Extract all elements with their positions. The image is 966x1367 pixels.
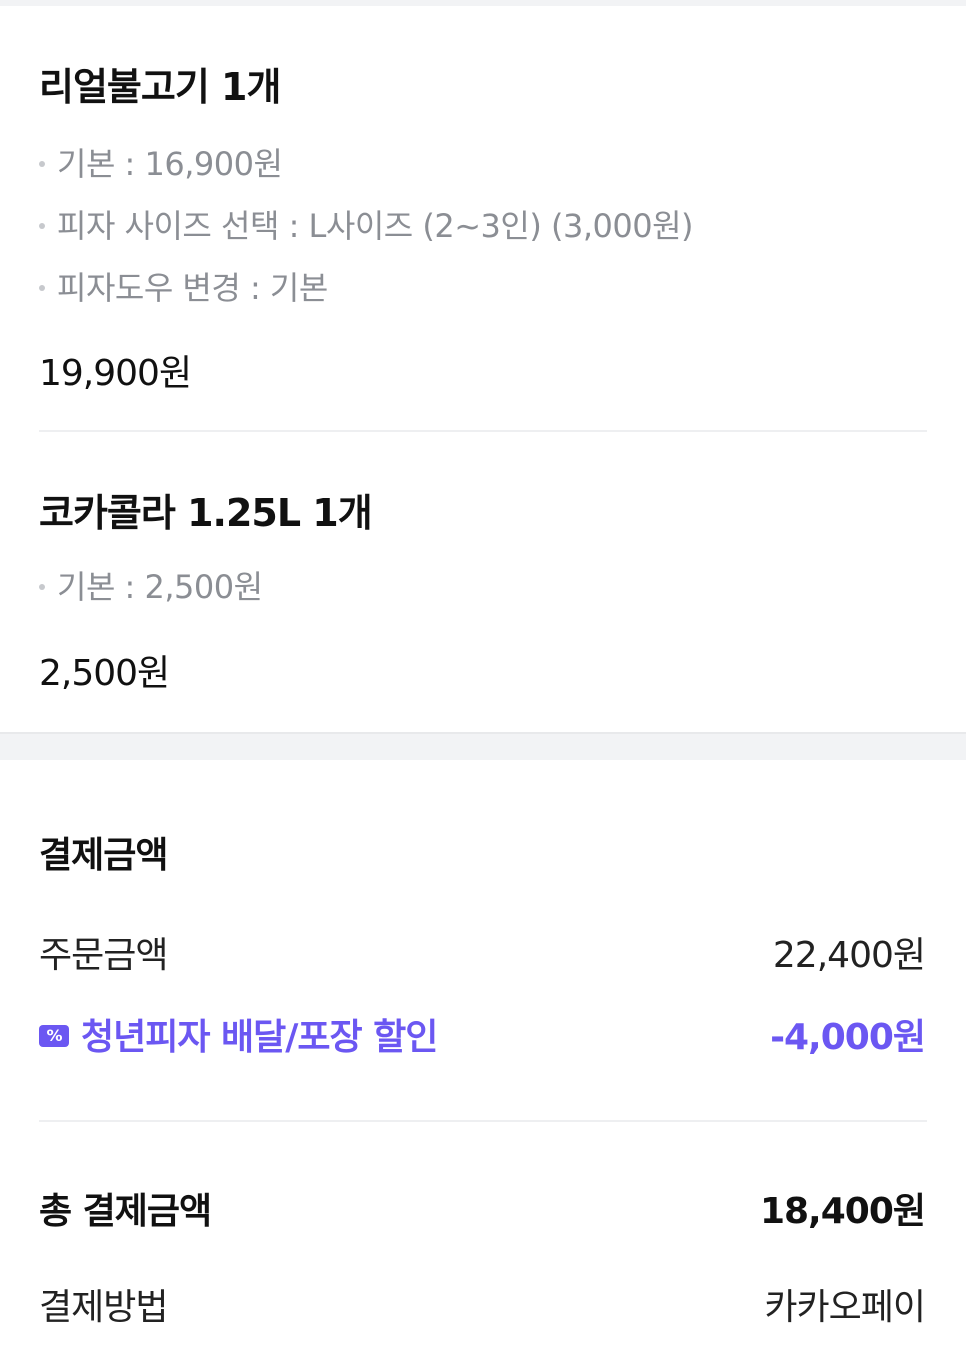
- payment-method-label: 결제방법: [39, 1287, 168, 1328]
- discount-label: 청년피자 배달/포장 할인: [81, 1017, 438, 1058]
- payment-method-value: 카카오페이: [764, 1287, 926, 1328]
- order-item-option: 기본 : 2,500원: [39, 562, 263, 608]
- bullet-dot: [39, 161, 45, 167]
- total-amount-value: 18,400원: [759, 1191, 926, 1232]
- option-text: 기본 : 16,900원: [57, 145, 283, 183]
- order-item: 코카콜라 1.25L 1개 기본 : 2,500원 2,500원: [39, 432, 927, 732]
- total-amount-label: 총 결제금액: [39, 1191, 212, 1232]
- discount-value: -4,000원: [770, 1017, 926, 1058]
- option-text: 기본 : 2,500원: [57, 568, 263, 606]
- order-item-name: 리얼불고기 1개: [39, 65, 281, 109]
- total-amount-row: 총 결제금액 18,400원: [39, 1182, 926, 1234]
- payment-summary-section: 결제금액 주문금액 22,400원 % 청년피자 배달/포장 할인 -4,000원…: [0, 760, 966, 1367]
- order-amount-label: 주문금액: [39, 935, 168, 976]
- payment-method-row: 결제방법 카카오페이: [39, 1278, 926, 1330]
- option-text: 피자도우 변경 : 기본: [57, 269, 328, 307]
- order-amount-value: 22,400원: [772, 935, 926, 976]
- payment-divider: [39, 1120, 927, 1122]
- payment-title: 결제금액: [39, 835, 168, 876]
- section-gap: [0, 732, 966, 760]
- bullet-dot: [39, 223, 45, 229]
- bullet-dot: [39, 584, 45, 590]
- coupon-icon: %: [39, 1025, 69, 1047]
- order-items-section: 리얼불고기 1개 기본 : 16,900원 피자 사이즈 선택 : L사이즈 (…: [0, 6, 966, 732]
- order-item-option: 피자도우 변경 : 기본: [39, 263, 328, 309]
- order-amount-row: 주문금액 22,400원: [39, 926, 926, 978]
- discount-label-wrap: % 청년피자 배달/포장 할인: [39, 1008, 438, 1060]
- bullet-dot: [39, 285, 45, 291]
- order-item-price: 19,900원: [39, 353, 192, 394]
- order-item-name: 코카콜라 1.25L 1개: [39, 491, 373, 535]
- order-item-option: 기본 : 16,900원: [39, 139, 283, 185]
- discount-row: % 청년피자 배달/포장 할인 -4,000원: [39, 1008, 926, 1060]
- order-item: 리얼불고기 1개 기본 : 16,900원 피자 사이즈 선택 : L사이즈 (…: [39, 6, 927, 430]
- order-item-option: 피자 사이즈 선택 : L사이즈 (2~3인) (3,000원): [39, 201, 694, 247]
- order-item-price: 2,500원: [39, 653, 170, 694]
- option-text: 피자 사이즈 선택 : L사이즈 (2~3인) (3,000원): [57, 207, 694, 245]
